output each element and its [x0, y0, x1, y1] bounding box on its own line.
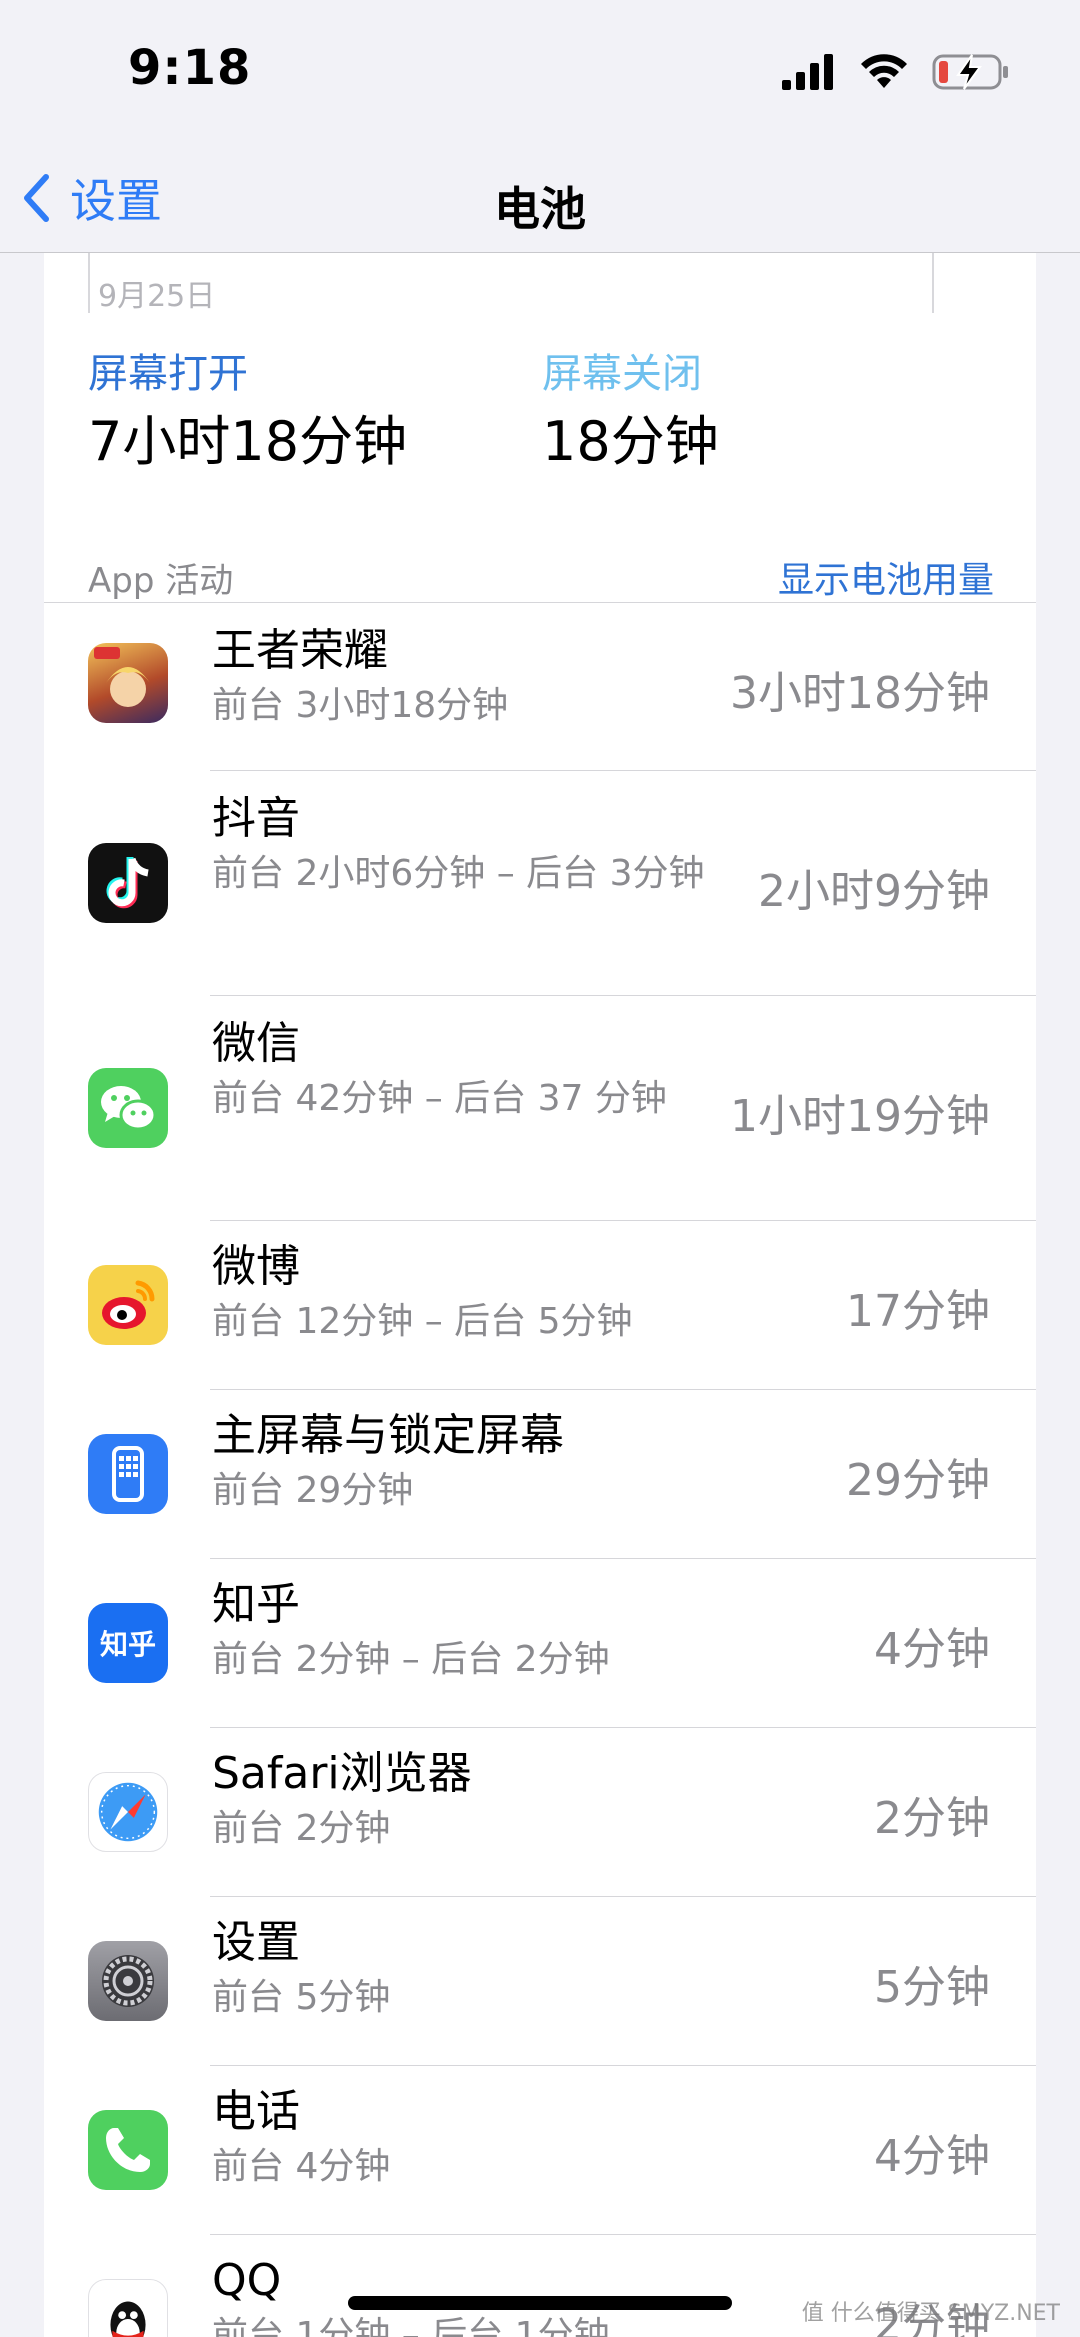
app-list: 王者荣耀 前台 3小时18分钟 3小时18分钟 抖音 前台 2小时6分钟 – 后… — [44, 603, 1036, 2337]
battery-card: 9月25日 屏幕打开 7小时18分钟 屏幕关闭 18分钟 App 活动 显示电池… — [44, 253, 1036, 2337]
phone-icon — [88, 2110, 168, 2190]
app-activity-title: App 活动 — [88, 561, 234, 601]
app-usage-time: 1小时19分钟 — [730, 1091, 990, 1142]
app-row[interactable]: 主屏幕与锁定屏幕 前台 29分钟 29分钟 — [44, 1390, 1036, 1559]
app-activity-header: App 活动 显示电池用量 — [88, 543, 994, 603]
app-name: 电话 — [212, 2086, 300, 2137]
status-bar: 9:18 — [0, 0, 1080, 145]
app-row[interactable]: 设置 前台 5分钟 5分钟 — [44, 1897, 1036, 2066]
screen-off-value: 18分钟 — [542, 410, 719, 473]
screen-off-stat: 屏幕关闭 18分钟 — [542, 349, 719, 473]
cellular-signal-icon — [782, 54, 833, 90]
app-detail: 前台 2分钟 — [212, 1808, 391, 1849]
home-indicator[interactable] — [348, 2296, 732, 2310]
app-usage-time: 17分钟 — [846, 1286, 990, 1337]
app-name: Safari浏览器 — [212, 1748, 472, 1799]
honor-of-kings-icon — [88, 643, 168, 723]
app-usage-time: 29分钟 — [846, 1455, 990, 1506]
safari-icon — [88, 1772, 168, 1852]
app-name: 抖音 — [212, 793, 300, 844]
wechat-icon — [88, 1068, 168, 1148]
weibo-icon — [88, 1265, 168, 1345]
show-battery-usage-button[interactable]: 显示电池用量 — [778, 551, 994, 603]
app-row[interactable]: 微信 前台 42分钟 – 后台 37 分钟 1小时19分钟 — [44, 996, 1036, 1221]
page-title: 电池 — [494, 182, 586, 236]
app-usage-time: 5分钟 — [874, 1962, 990, 2013]
app-detail: 前台 29分钟 — [212, 1470, 414, 1511]
app-usage-time: 4分钟 — [874, 2131, 990, 2182]
app-detail: 前台 12分钟 – 后台 5分钟 — [212, 1301, 633, 1342]
app-usage-time: 2小时9分钟 — [758, 866, 990, 917]
home-lock-screen-icon — [88, 1434, 168, 1514]
screen-on-label: 屏幕打开 — [88, 351, 248, 397]
app-row[interactable]: 王者荣耀 前台 3小时18分钟 3小时18分钟 — [44, 603, 1036, 771]
app-detail: 前台 42分钟 – 后台 37 分钟 — [212, 1078, 667, 1119]
app-name: 知乎 — [212, 1579, 300, 1630]
app-usage-time: 4分钟 — [874, 1624, 990, 1675]
screen-time-stats: 屏幕打开 7小时18分钟 屏幕关闭 18分钟 — [88, 349, 988, 479]
screen-off-label: 屏幕关闭 — [542, 351, 702, 397]
settings-icon — [88, 1941, 168, 2021]
status-icons — [782, 50, 1010, 94]
battery-charging-icon — [932, 54, 1008, 90]
screen-on-value: 7小时18分钟 — [88, 410, 408, 473]
app-usage-time: 3小时18分钟 — [730, 668, 990, 719]
douyin-icon — [88, 843, 168, 923]
app-name: 微博 — [212, 1241, 300, 1292]
app-name: 主屏幕与锁定屏幕 — [212, 1410, 564, 1461]
zhihu-icon: 知乎 — [88, 1603, 168, 1683]
app-detail: 前台 3小时18分钟 — [212, 685, 509, 726]
app-detail: 前台 4分钟 — [212, 2146, 391, 2187]
chart-date-label: 9月25日 — [98, 279, 216, 314]
app-detail: 前台 1分钟 – 后台 1分钟 — [212, 2315, 610, 2337]
app-row[interactable]: Safari浏览器 前台 2分钟 2分钟 — [44, 1728, 1036, 1897]
zhihu-icon-text: 知乎 — [99, 1628, 156, 1661]
app-name: 设置 — [212, 1917, 300, 1968]
watermark: 值 什么值得买 SMYZ.NET — [801, 2301, 1060, 2326]
status-time: 9:18 — [128, 40, 252, 96]
app-detail: 前台 5分钟 — [212, 1977, 391, 2018]
app-usage-time: 2分钟 — [874, 1793, 990, 1844]
app-row[interactable]: 抖音 前台 2小时6分钟 – 后台 3分钟 2小时9分钟 — [44, 771, 1036, 996]
app-detail: 前台 2分钟 – 后台 2分钟 — [212, 1639, 610, 1680]
screen-on-stat: 屏幕打开 7小时18分钟 — [88, 349, 407, 473]
app-row[interactable]: 电话 前台 4分钟 4分钟 — [44, 2066, 1036, 2235]
app-row[interactable]: 知乎 知乎 前台 2分钟 – 后台 2分钟 4分钟 — [44, 1559, 1036, 1728]
wifi-icon — [861, 54, 907, 88]
app-name: 王者荣耀 — [212, 625, 388, 676]
nav-bar: 设置 电池 — [0, 145, 1080, 253]
app-detail: 前台 2小时6分钟 – 后台 3分钟 — [212, 853, 705, 894]
app-row[interactable]: 微博 前台 12分钟 – 后台 5分钟 17分钟 — [44, 1221, 1036, 1390]
qq-icon — [88, 2279, 168, 2337]
app-name: 微信 — [212, 1018, 300, 1069]
